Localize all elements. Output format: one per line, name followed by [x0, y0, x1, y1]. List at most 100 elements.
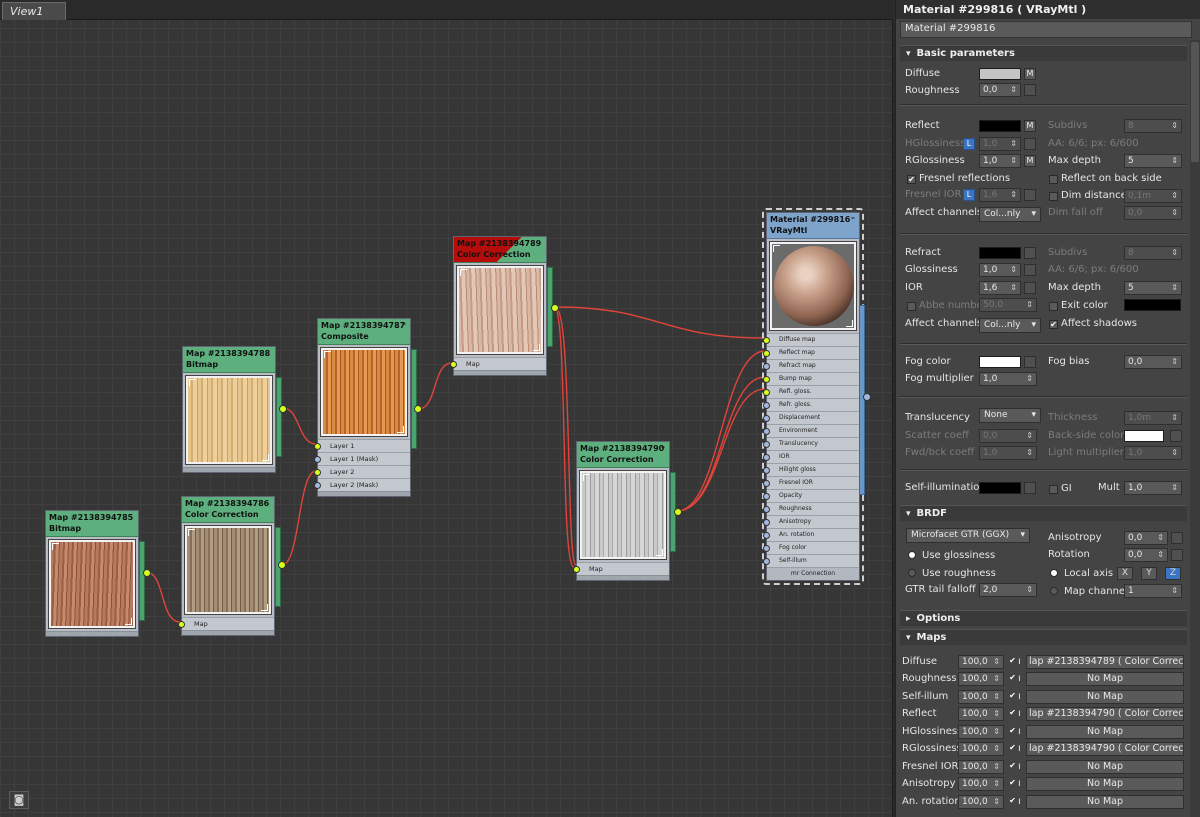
map-enable-checkbox[interactable]: ✔	[1008, 779, 1017, 788]
input-socket[interactable]	[763, 441, 770, 448]
glossiness-map-button[interactable]	[1024, 264, 1036, 276]
map-slot-button[interactable]: No Map	[1026, 760, 1184, 774]
input-socket[interactable]	[314, 469, 321, 476]
backside-color-swatch[interactable]	[1124, 430, 1164, 442]
exit-color-checkbox[interactable]	[1049, 302, 1058, 311]
input-slot-displacement[interactable]: Displacement	[763, 411, 859, 424]
input-slot-opacity[interactable]: Opacity	[763, 489, 859, 502]
map-amount-spinner[interactable]: 100,0	[958, 742, 1004, 756]
output-tab[interactable]	[411, 349, 417, 449]
input-socket[interactable]	[763, 480, 770, 487]
input-slot-layer1-mask[interactable]: Layer 1 (Mask)	[314, 452, 410, 465]
gtr-tail-falloff-spinner[interactable]: 2,0	[979, 583, 1037, 597]
input-slot-refr-gloss[interactable]: Refr. gloss.	[763, 398, 859, 411]
diffuse-color-swatch[interactable]	[979, 68, 1021, 80]
hglossiness-spinner[interactable]: 1,0	[979, 137, 1021, 151]
hglossiness-map-button[interactable]	[1024, 138, 1036, 150]
anisotropy-spinner[interactable]: 0,0	[1124, 531, 1168, 545]
input-slot-map[interactable]: Map	[178, 617, 274, 630]
input-slot-hilight-gloss[interactable]: Hilight gloss	[763, 463, 859, 476]
output-tab[interactable]	[276, 377, 282, 457]
input-socket[interactable]	[763, 402, 770, 409]
fog-multiplier-spinner[interactable]: 1,0	[979, 372, 1037, 386]
rglossiness-spinner[interactable]: 1,0	[979, 154, 1021, 168]
abbe-checkbox[interactable]	[907, 302, 916, 311]
anisotropy-map-button[interactable]	[1171, 532, 1183, 544]
input-socket[interactable]	[763, 467, 770, 474]
translucency-dropdown[interactable]: None	[979, 408, 1041, 423]
input-socket[interactable]	[573, 566, 580, 573]
roughness-spinner[interactable]: 0,0	[979, 83, 1021, 97]
self-illumination-map-button[interactable]	[1024, 482, 1036, 494]
brdf-type-dropdown[interactable]: Microfacet GTR (GGX)	[906, 528, 1030, 543]
input-slot-anisotropy[interactable]: Anisotropy	[763, 515, 859, 528]
node-vraymtl-299816[interactable]: Material #299816 VRayMtl – Diffuse map R…	[763, 212, 871, 581]
map-amount-spinner[interactable]: 100,0	[958, 707, 1004, 721]
map-amount-spinner[interactable]: 100,0	[958, 655, 1004, 669]
input-slot-self-illum[interactable]: Self-illum	[763, 554, 859, 567]
input-slot-ior[interactable]: IOR	[763, 450, 859, 463]
ior-spinner[interactable]: 1,6	[979, 281, 1021, 295]
input-slot-reflect-map[interactable]: Reflect map	[763, 346, 859, 359]
output-socket[interactable]	[278, 561, 286, 569]
map-slot-button[interactable]: No Map	[1026, 777, 1184, 791]
output-socket[interactable]	[414, 405, 422, 413]
reflect-map-button[interactable]: M	[1024, 120, 1036, 132]
input-socket[interactable]	[450, 361, 457, 368]
diffuse-map-button[interactable]: M	[1024, 68, 1036, 80]
input-slot-refract-map[interactable]: Refract map	[763, 359, 859, 372]
input-slot-environment[interactable]: Environment	[763, 424, 859, 437]
scatter-coeff-spinner[interactable]: 0,0	[979, 429, 1037, 443]
map-enable-checkbox[interactable]: ✔	[1008, 797, 1017, 806]
output-socket[interactable]	[863, 393, 871, 401]
fresnel-ior-spinner[interactable]: 1,6	[979, 188, 1021, 202]
light-multiplier-spinner[interactable]: 1,0	[1124, 446, 1182, 460]
input-socket[interactable]	[763, 350, 770, 357]
input-slot-bump-map[interactable]: Bump map	[763, 372, 859, 385]
map-slot-button[interactable]: lap #2138394790 ( Color Correction	[1026, 707, 1184, 721]
refract-max-depth-spinner[interactable]: 5	[1124, 281, 1182, 295]
roughness-map-button[interactable]	[1024, 84, 1036, 96]
refract-affect-channels-dropdown[interactable]: Col...nly	[979, 318, 1041, 333]
output-socket[interactable]	[143, 569, 151, 577]
map-amount-spinner[interactable]: 100,0	[958, 725, 1004, 739]
map-slot-button[interactable]: No Map	[1026, 690, 1184, 704]
reflect-color-swatch[interactable]	[979, 120, 1021, 132]
self-illumination-color-swatch[interactable]	[979, 482, 1021, 494]
rotation-map-button[interactable]	[1171, 549, 1183, 561]
map-channel-spinner[interactable]: 1	[1124, 584, 1182, 598]
map-enable-checkbox[interactable]: ✔	[1008, 674, 1017, 683]
map-amount-spinner[interactable]: 100,0	[958, 777, 1004, 791]
node-view[interactable]: View1 Map #2138394785 Bitmap Map #213839	[0, 0, 893, 817]
output-socket[interactable]	[674, 508, 682, 516]
map-amount-spinner[interactable]: 100,0	[958, 672, 1004, 686]
input-socket[interactable]	[763, 454, 770, 461]
input-socket[interactable]	[763, 519, 770, 526]
map-slot-button[interactable]: No Map	[1026, 672, 1184, 686]
map-enable-checkbox[interactable]: ✔	[1008, 727, 1017, 736]
ior-map-button[interactable]	[1024, 282, 1036, 294]
affect-shadows-checkbox[interactable]: ✔	[1049, 320, 1058, 329]
map-amount-spinner[interactable]: 100,0	[958, 760, 1004, 774]
input-socket[interactable]	[763, 376, 770, 383]
axis-y-button[interactable]: Y	[1141, 567, 1157, 580]
input-slot-an-rotation[interactable]: An. rotation	[763, 528, 859, 541]
refract-color-swatch[interactable]	[979, 247, 1021, 259]
input-socket[interactable]	[763, 558, 770, 565]
map-enable-checkbox[interactable]: ✔	[1008, 762, 1017, 771]
input-slot-refl-gloss[interactable]: Refl. gloss.	[763, 385, 859, 398]
input-slot-layer2[interactable]: Layer 2	[314, 465, 410, 478]
map-amount-spinner[interactable]: 100,0	[958, 795, 1004, 809]
input-slot-fresnel-ior[interactable]: Fresnel IOR	[763, 476, 859, 489]
fwd-bck-coeff-spinner[interactable]: 1,0	[979, 446, 1037, 460]
reflect-backside-checkbox[interactable]	[1049, 175, 1058, 184]
gi-checkbox[interactable]	[1049, 485, 1058, 494]
rollout-brdf[interactable]: BRDF	[900, 505, 1187, 521]
binoculars-icon[interactable]: ◙	[9, 791, 29, 809]
output-socket[interactable]	[279, 405, 287, 413]
input-socket[interactable]	[763, 545, 770, 552]
input-socket[interactable]	[763, 532, 770, 539]
dim-distance-spinner[interactable]: 0,1m	[1124, 189, 1182, 203]
exit-color-swatch[interactable]	[1124, 299, 1181, 311]
rollout-maps[interactable]: Maps	[900, 629, 1187, 645]
